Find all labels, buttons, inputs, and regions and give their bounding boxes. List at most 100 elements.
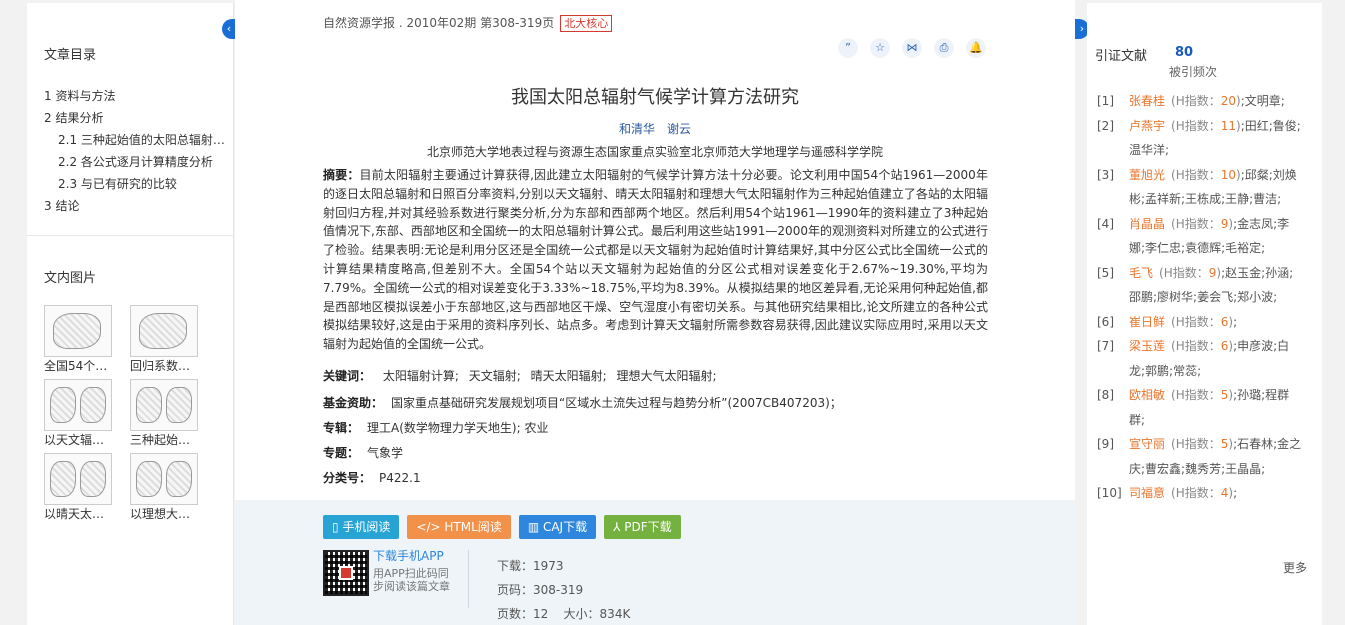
share-icon[interactable]: ⋈ xyxy=(902,38,922,58)
toc-list: 1 资料与方法 2 结果分析 2.1 三种起始值的太阳总辐射… 2.2 各公式逐月计算… xyxy=(44,85,229,217)
keyword-link[interactable]: 理想大气太阳辐射; xyxy=(616,369,716,383)
toc-item[interactable]: 2 结果分析 xyxy=(44,107,229,129)
figure-thumbnail[interactable] xyxy=(130,305,198,357)
toc-item[interactable]: 3 结论 xyxy=(44,195,229,217)
citation-coauthors[interactable]: ; xyxy=(1233,486,1237,500)
h-index-label: (H指数： xyxy=(1171,118,1221,133)
download-count: 下载：1973 xyxy=(497,559,564,573)
citation-number: [2] xyxy=(1097,118,1114,133)
figure-thumbnail[interactable] xyxy=(130,379,198,431)
citation-body: 司福意 (H指数：4); xyxy=(1129,481,1303,506)
citation-author-link[interactable]: 董旭光 xyxy=(1129,168,1165,182)
abstract-label: 摘要： xyxy=(323,168,360,182)
map-icon xyxy=(166,387,192,423)
figure-item[interactable]: 以天文辐射… xyxy=(44,379,114,453)
figure-item[interactable]: 以理想大气… xyxy=(130,453,200,527)
citation-body: 宣守丽 (H指数：5);石春林;金之庆;曹宏鑫;魏秀芳;王晶晶; xyxy=(1129,432,1303,481)
special-label: 专辑： xyxy=(323,421,360,435)
toc-item[interactable]: 2.3 与已有研究的比较 xyxy=(44,173,229,195)
citation-number: [3] xyxy=(1097,167,1114,182)
file-size: 大小：834K xyxy=(563,607,631,621)
keyword-link[interactable]: 天文辐射; xyxy=(469,369,521,383)
notify-bell-icon[interactable]: 🔔 xyxy=(966,38,986,58)
figure-item[interactable]: 以晴天太阳… xyxy=(44,453,114,527)
citation-number: [4] xyxy=(1097,216,1114,231)
citation-number: [5] xyxy=(1097,265,1114,280)
affiliation[interactable]: 北京师范大学地表过程与资源生态国家重点实验室北京师范大学地理学与遥感科学学院 xyxy=(235,143,1075,160)
favorite-icon[interactable]: ☆ xyxy=(870,38,890,58)
citation-author-link[interactable]: 卢燕宇 xyxy=(1129,119,1165,133)
phone-icon: ▯ xyxy=(332,520,343,534)
citation-count[interactable]: 80 xyxy=(1175,45,1193,60)
map-icon xyxy=(136,387,162,423)
figure-caption[interactable]: 三种起始值… xyxy=(130,431,200,449)
fund-link[interactable]: 国家重点基础研究发展规划项目“区域水土流失过程与趋势分析”(2007CB4072… xyxy=(391,396,842,410)
citation-author-link[interactable]: 崔日鲜 xyxy=(1129,315,1165,329)
citation-author-link[interactable]: 毛飞 xyxy=(1129,266,1153,280)
more-citations-link[interactable]: 更多 xyxy=(1283,559,1307,576)
figure-thumbnail[interactable] xyxy=(44,305,112,357)
citation-author-link[interactable]: 宣守丽 xyxy=(1129,437,1165,451)
citation-author-link[interactable]: 欧相敏 xyxy=(1129,388,1165,402)
citation-coauthors[interactable]: ; xyxy=(1233,315,1237,329)
map-icon xyxy=(80,387,106,423)
citation-item: [4] 肖晶晶 (H指数：9);金志凤;李娜;李仁忠;袁德辉;毛裕定; xyxy=(1097,212,1303,261)
quote-icon[interactable]: ” xyxy=(838,38,858,58)
pdf-download-button[interactable]: ⅄ PDF下载 xyxy=(604,515,681,539)
keyword-link[interactable]: 太阳辐射计算; xyxy=(383,369,459,383)
toc-item[interactable]: 1 资料与方法 xyxy=(44,85,229,107)
figure-item[interactable]: 全国54个日… xyxy=(44,305,114,379)
citation-author-link[interactable]: 司福意 xyxy=(1129,486,1165,500)
html-read-button[interactable]: </> HTML阅读 xyxy=(407,515,511,539)
citation-coauthors[interactable]: ;文明章; xyxy=(1241,94,1285,108)
figure-thumbnail[interactable] xyxy=(44,379,112,431)
citation-author-link[interactable]: 张春桂 xyxy=(1129,94,1165,108)
citation-item: [2] 卢燕宇 (H指数：11);田红;鲁俊;温华洋; xyxy=(1097,114,1303,163)
sidebar-divider xyxy=(27,235,234,236)
figure-caption[interactable]: 以晴天太阳… xyxy=(44,505,114,523)
download-buttons: ▯ 手机阅读 </> HTML阅读 ▥ CAJ下载 ⅄ PDF下载 xyxy=(323,515,681,539)
html-read-label: HTML阅读 xyxy=(444,520,502,534)
map-icon xyxy=(53,313,101,349)
figure-caption[interactable]: 以理想大气… xyxy=(130,505,200,523)
special-row: 专辑： 理工A(数学物理力学天地生); 农业 xyxy=(323,419,548,436)
citation-body: 欧相敏 (H指数：5);孙璐;程群群; xyxy=(1129,383,1303,432)
print-icon[interactable]: ⎙ xyxy=(934,38,954,58)
figure-item[interactable]: 三种起始值… xyxy=(130,379,200,453)
figure-caption[interactable]: 回归系数聚… xyxy=(130,357,200,375)
h-index-value: 10 xyxy=(1220,167,1237,182)
caj-download-button[interactable]: ▥ CAJ下载 xyxy=(518,515,597,539)
map-icon xyxy=(50,387,76,423)
citation-body: 梁玉莲 (H指数：6);申彦波;白龙;郭鹏;常蕊; xyxy=(1129,334,1303,383)
author-link[interactable]: 谢云 xyxy=(667,122,691,136)
figure-caption[interactable]: 以天文辐射… xyxy=(44,431,114,449)
figure-thumbnail[interactable] xyxy=(44,453,112,505)
citation-number: [9] xyxy=(1097,437,1114,451)
download-app-link[interactable]: 下载手机APP xyxy=(373,547,444,564)
h-index-value: 20 xyxy=(1220,94,1237,108)
citation-number: [7] xyxy=(1097,339,1114,353)
journal-source[interactable]: 自然资源学报 . 2010年02期 第308-319页 xyxy=(323,16,554,30)
citation-body: 张春桂 (H指数：20);文明章; xyxy=(1129,89,1303,114)
citation-author-link[interactable]: 梁玉莲 xyxy=(1129,339,1165,353)
mobile-read-button[interactable]: ▯ 手机阅读 xyxy=(323,515,400,539)
citation-item: [5] 毛飞 (H指数：9);赵玉金;孙涵;邵鹏;廖树华;姜会飞;郑小波; xyxy=(1097,261,1303,310)
author-link[interactable]: 和清华 xyxy=(619,122,655,136)
citation-item: [6] 崔日鲜 (H指数：6); xyxy=(1097,310,1303,335)
collapse-left-toggle[interactable]: ‹ xyxy=(222,19,236,39)
keyword-link[interactable]: 晴天太阳辐射; xyxy=(531,369,607,383)
h-index-label: (H指数： xyxy=(1171,339,1221,353)
stats-divider xyxy=(468,550,469,608)
figure-caption[interactable]: 全国54个日… xyxy=(44,357,114,375)
figure-thumbnail[interactable] xyxy=(130,453,198,505)
citation-author-link[interactable]: 肖晶晶 xyxy=(1129,217,1165,231)
toc-item[interactable]: 2.1 三种起始值的太阳总辐射… xyxy=(44,129,229,151)
h-index-label: (H指数： xyxy=(1171,437,1221,451)
toc-item[interactable]: 2.2 各公式逐月计算精度分析 xyxy=(44,151,229,173)
keywords-label: 关键词： xyxy=(323,369,372,383)
citation-body: 毛飞 (H指数：9);赵玉金;孙涵;邵鹏;廖树华;姜会飞;郑小波; xyxy=(1129,261,1303,310)
citation-number: [1] xyxy=(1097,94,1114,108)
citation-body: 卢燕宇 (H指数：11);田红;鲁俊;温华洋; xyxy=(1129,114,1303,163)
figure-item[interactable]: 回归系数聚… xyxy=(130,305,200,379)
citation-item: [7] 梁玉莲 (H指数：6);申彦波;白龙;郭鹏;常蕊; xyxy=(1097,334,1303,383)
